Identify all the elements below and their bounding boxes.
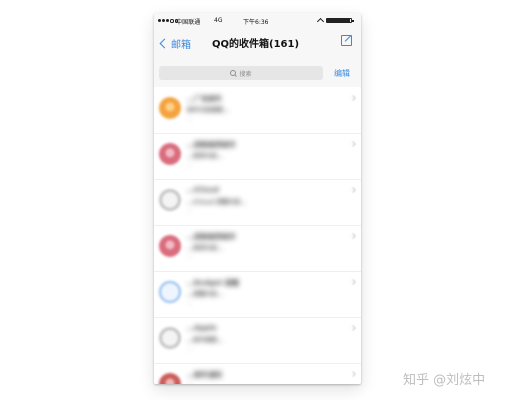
edit-button[interactable]: 编辑 xyxy=(334,68,350,79)
sender-name: …Budget 提醒 xyxy=(187,279,239,287)
stage: 中国联通 4G 下午6:36 邮箱 QQ的收件箱(161) 搜索 编辑 …广告邮… xyxy=(0,0,514,400)
message-preview: … xyxy=(187,345,193,352)
message-subject: …推荐内容… xyxy=(187,153,224,160)
sender-avatar xyxy=(159,97,181,119)
search-icon xyxy=(230,70,237,76)
message-list-item[interactable]: …团购推荐邮件 …推荐内容……… xyxy=(154,225,361,272)
status-bar: 中国联通 4G 下午6:36 xyxy=(154,13,361,30)
watermark: 知乎 @刘炫中 xyxy=(403,373,486,388)
phone-screen: 中国联通 4G 下午6:36 邮箱 QQ的收件箱(161) 搜索 编辑 …广告邮… xyxy=(154,13,361,384)
sender-name: …iCloud xyxy=(187,186,219,194)
sender-avatar xyxy=(159,327,181,349)
message-subject: … xyxy=(187,381,193,384)
message-subject: …推荐内容… xyxy=(187,245,224,252)
message-preview: … xyxy=(187,115,193,122)
message-subject: …提醒内容… xyxy=(187,291,224,298)
sender-avatar xyxy=(159,143,181,165)
message-list-item[interactable]: …Budget 提醒 …提醒内容……… xyxy=(154,271,361,318)
message-preview: … xyxy=(187,207,193,214)
message-subject: …邮件摘要… xyxy=(187,337,224,344)
battery-level xyxy=(327,19,350,22)
compose-icon[interactable] xyxy=(341,35,352,46)
search-placeholder: 搜索 xyxy=(239,70,252,78)
message-list-item[interactable]: …团购推荐邮件 …推荐内容……… xyxy=(154,133,361,180)
message-preview: … xyxy=(187,161,193,168)
sender-avatar xyxy=(159,281,181,303)
message-list-item[interactable]: …广告邮件 邮件内容摘要……… xyxy=(154,87,361,134)
sender-name: …邮件通知 xyxy=(187,371,222,379)
sender-avatar xyxy=(159,373,181,384)
chevron-left-icon xyxy=(159,38,170,49)
message-list-item[interactable]: …iCloud …iCloud 提醒内容……… xyxy=(154,179,361,226)
sender-avatar xyxy=(159,235,181,257)
message-preview: … xyxy=(187,299,193,306)
page-title: QQ的收件箱(161) xyxy=(212,39,300,50)
network-type: 4G xyxy=(214,17,223,24)
status-time: 下午6:36 xyxy=(243,19,269,26)
back-to-mailboxes-button[interactable]: 邮箱 xyxy=(159,36,191,51)
sender-name: …团购推荐邮件 xyxy=(187,233,236,241)
chevron-right-icon xyxy=(350,371,356,377)
search-row: 搜索 编辑 xyxy=(154,57,361,88)
back-button-label: 邮箱 xyxy=(171,40,191,51)
location-arrow-icon xyxy=(316,17,325,26)
message-subject: …iCloud 提醒内容… xyxy=(187,199,247,206)
sender-name: …团购推荐邮件 xyxy=(187,141,236,149)
signal-strength-icon xyxy=(158,19,178,23)
carrier-label: 中国联通 xyxy=(176,19,201,26)
sender-name: …广告邮件 xyxy=(187,95,222,103)
message-list-item[interactable]: …邮件通知 … xyxy=(154,363,361,384)
sender-avatar xyxy=(159,189,181,211)
message-subject: 邮件内容摘要… xyxy=(187,107,230,114)
message-preview: … xyxy=(187,253,193,260)
search-input[interactable]: 搜索 xyxy=(159,66,323,80)
message-list: …广告邮件 邮件内容摘要……… …团购推荐邮件 …推荐内容……… …iCloud …iCl… xyxy=(154,87,361,384)
message-list-item[interactable]: …Apple …邮件摘要……… xyxy=(154,317,361,364)
battery-icon xyxy=(326,18,354,23)
sender-name: …Apple xyxy=(187,324,217,332)
navigation-bar: 邮箱 QQ的收件箱(161) xyxy=(154,30,361,57)
